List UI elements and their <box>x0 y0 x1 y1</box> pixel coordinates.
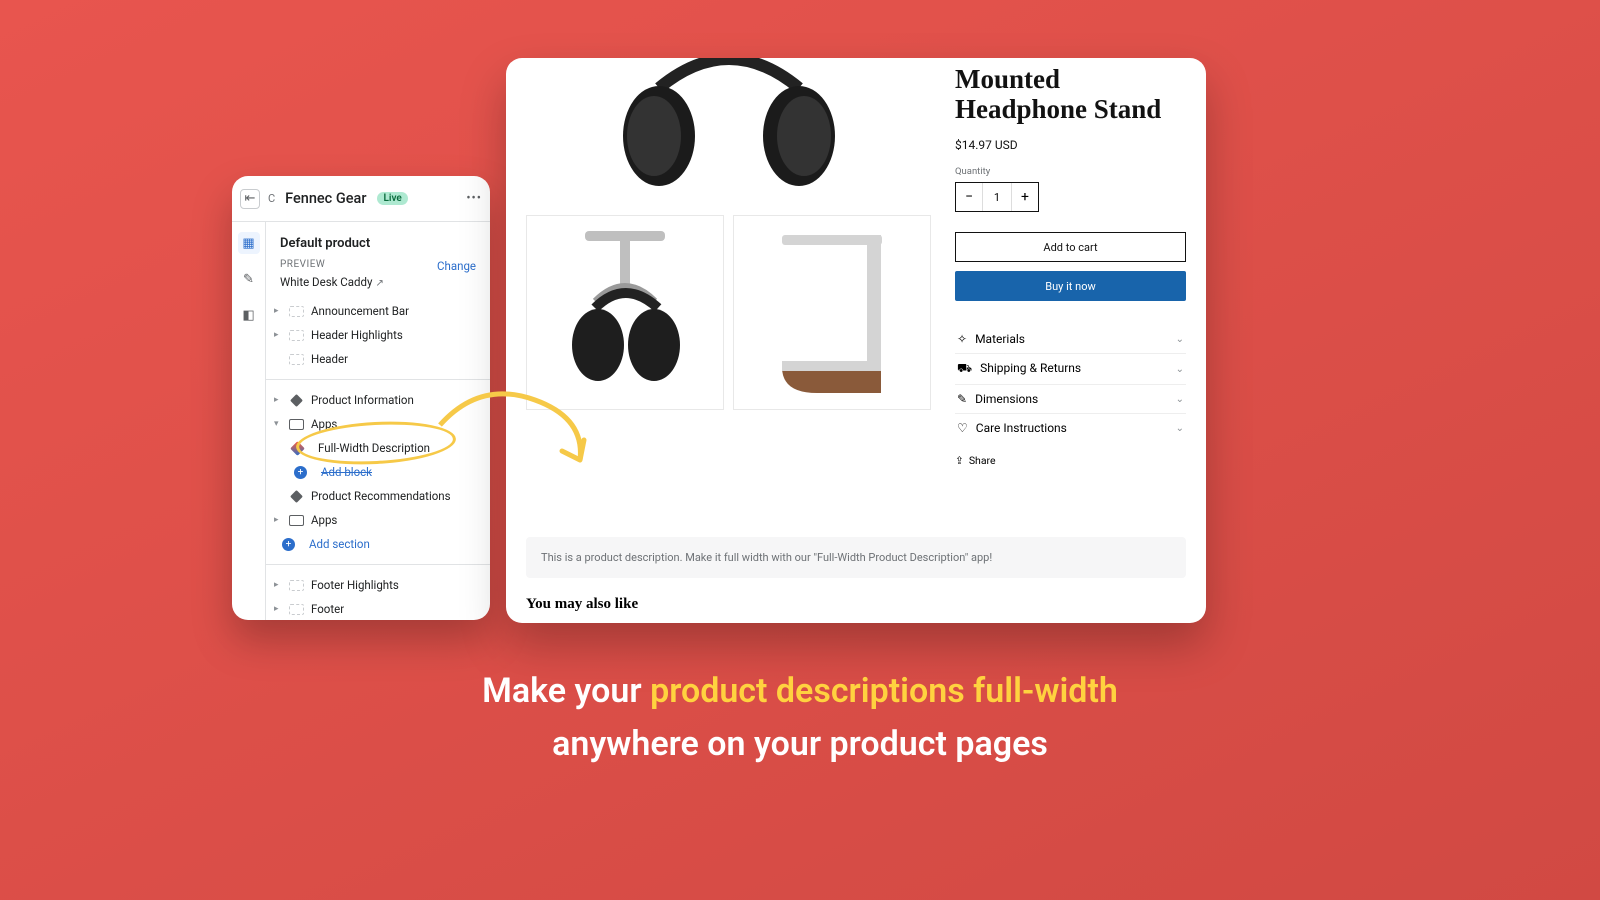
template-heading: Default product <box>266 232 490 259</box>
section-label: Footer <box>311 602 344 616</box>
you-may-also-like-heading: You may also like <box>526 596 1186 613</box>
share-button[interactable]: ⇪ Share <box>955 454 1186 467</box>
app-block-icon <box>290 441 305 456</box>
section-label: Apps <box>311 417 337 431</box>
accordion-dimensions[interactable]: ✎ Dimensions ⌄ <box>955 385 1186 414</box>
section-apps[interactable]: ▾Apps <box>266 412 490 436</box>
add-section-label: Add section <box>309 537 370 551</box>
editor-section-list: Default product PREVIEW Change White Des… <box>266 222 490 620</box>
product-media <box>526 58 931 467</box>
chevron-down-icon: ⌄ <box>1176 364 1184 375</box>
section-label: Header Highlights <box>311 328 403 342</box>
section-footer-highlights[interactable]: ▸Footer Highlights <box>266 573 490 597</box>
chevron-down-icon: ⌄ <box>1176 423 1184 434</box>
chevron-down-icon: ⌄ <box>1176 334 1184 345</box>
plus-icon: + <box>282 538 295 551</box>
accordion-label: Care Instructions <box>976 421 1067 435</box>
qty-decrease-button[interactable]: − <box>956 183 982 211</box>
product-info: Mounted Headphone Stand $14.97 USD Quant… <box>955 58 1186 467</box>
buy-it-now-button[interactable]: Buy it now <box>955 271 1186 301</box>
editor-rail: ▦ ✎ ◧ <box>232 222 266 620</box>
accordion-shipping[interactable]: ⛟ Shipping & Returns ⌄ <box>955 354 1186 385</box>
truck-icon: ⛟ <box>957 361 972 375</box>
live-badge: Live <box>377 192 407 205</box>
accordion-label: Materials <box>975 332 1025 346</box>
back-button[interactable]: ⇤ <box>240 189 260 209</box>
product-title: Mounted Headphone Stand <box>955 64 1186 124</box>
section-header[interactable]: ▸Header <box>266 347 490 371</box>
more-menu-icon[interactable]: ••• <box>466 191 482 206</box>
section-label: Product Recommendations <box>311 489 451 503</box>
breadcrumb: C <box>268 192 275 205</box>
share-label: Share <box>969 454 996 467</box>
section-product-information[interactable]: ▸Product Information <box>266 388 490 412</box>
section-label: Announcement Bar <box>311 304 409 318</box>
section-header-highlights[interactable]: ▸Header Highlights <box>266 323 490 347</box>
change-preview-link[interactable]: Change <box>437 259 476 273</box>
section-announcement-bar[interactable]: ▸Announcement Bar <box>266 299 490 323</box>
share-icon: ⇪ <box>955 454 964 467</box>
section-apps-2[interactable]: ▸Apps <box>266 508 490 532</box>
qty-increase-button[interactable]: + <box>1012 183 1038 211</box>
settings-tab-icon[interactable]: ✎ <box>238 268 260 290</box>
section-label: Header <box>311 352 348 366</box>
section-label: Footer Highlights <box>311 578 399 592</box>
sections-tab-icon[interactable]: ▦ <box>238 232 260 254</box>
block-full-width-description[interactable]: Full-Width Description <box>266 436 490 460</box>
product-thumb-2[interactable] <box>733 215 931 410</box>
add-section-button[interactable]: + Add section <box>266 532 490 556</box>
accordion-label: Dimensions <box>975 392 1038 406</box>
ruler-icon: ✎ <box>957 392 967 406</box>
section-label: Apps <box>311 513 337 527</box>
heart-icon: ♡ <box>957 421 968 435</box>
quantity-label: Quantity <box>955 166 1186 177</box>
add-block-label: Add block <box>321 465 372 479</box>
caption-text-line2: anywhere on your product pages <box>0 718 1600 771</box>
storefront-preview: Mounted Headphone Stand $14.97 USD Quant… <box>506 58 1206 623</box>
product-hero-image <box>526 58 931 208</box>
caption-text: Make your <box>482 671 650 711</box>
external-link-icon: ↗ <box>375 278 383 289</box>
preview-product-name: White Desk Caddy <box>280 275 372 289</box>
add-to-cart-button[interactable]: Add to cart <box>955 232 1186 262</box>
chevron-down-icon: ⌄ <box>1176 394 1184 405</box>
theme-editor-panel: ⇤ C Fennec Gear Live ••• ▦ ✎ ◧ Default p… <box>232 176 490 620</box>
caption-highlight: product descriptions full-width <box>650 671 1118 711</box>
editor-header: ⇤ C Fennec Gear Live ••• <box>232 176 490 222</box>
accordion-materials[interactable]: ✧ Materials ⌄ <box>955 325 1186 354</box>
materials-icon: ✧ <box>957 332 967 346</box>
section-footer[interactable]: ▸Footer <box>266 597 490 620</box>
plus-icon: + <box>294 466 307 479</box>
quantity-stepper[interactable]: − + <box>955 182 1039 212</box>
marketing-caption: Make your product descriptions full-widt… <box>0 665 1600 770</box>
product-thumb-1[interactable] <box>526 215 724 410</box>
block-label: Full-Width Description <box>318 441 430 455</box>
qty-input[interactable] <box>982 183 1012 211</box>
accordion-care[interactable]: ♡ Care Instructions ⌄ <box>955 414 1186 442</box>
section-label: Product Information <box>311 393 414 407</box>
preview-label: PREVIEW <box>280 259 325 270</box>
add-block-button[interactable]: + Add block <box>266 460 490 484</box>
store-name: Fennec Gear <box>285 190 366 207</box>
section-product-recommendations[interactable]: ▸Product Recommendations <box>266 484 490 508</box>
apps-tab-icon[interactable]: ◧ <box>238 304 260 326</box>
full-width-description-band: This is a product description. Make it f… <box>526 537 1186 578</box>
preview-product-link[interactable]: White Desk Caddy↗ <box>266 275 490 299</box>
accordion-label: Shipping & Returns <box>980 361 1081 375</box>
product-price: $14.97 USD <box>955 138 1186 152</box>
